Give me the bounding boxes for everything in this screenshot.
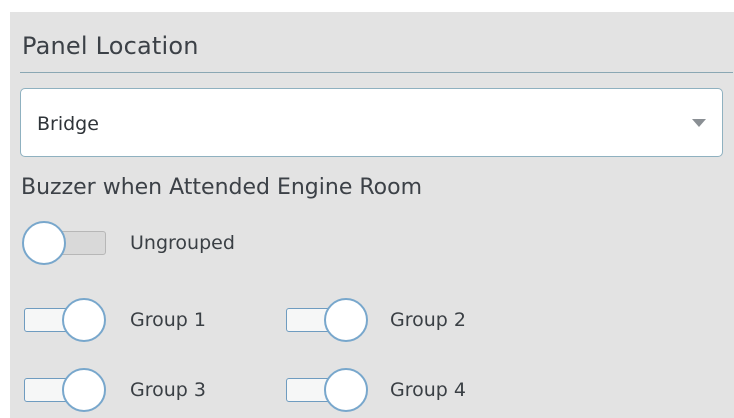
settings-panel: Panel Location Bridge Buzzer when Attend… <box>10 12 734 418</box>
toggle-ungrouped[interactable] <box>22 221 108 265</box>
toggle-label-group-4: Group 4 <box>390 379 466 401</box>
toggle-group-2[interactable] <box>284 298 370 342</box>
toggle-group-4[interactable] <box>284 368 370 412</box>
toggle-label-group-2: Group 2 <box>390 309 466 331</box>
toggle-knob <box>22 221 66 265</box>
toggle-knob <box>62 298 106 342</box>
panel-location-value: Bridge <box>37 113 99 135</box>
toggle-label-ungrouped: Ungrouped <box>130 232 235 254</box>
toggle-label-group-3: Group 3 <box>130 379 206 401</box>
toggle-label-group-1: Group 1 <box>130 309 206 331</box>
toggle-knob <box>324 368 368 412</box>
toggle-group-3[interactable] <box>22 368 108 412</box>
divider <box>20 72 733 73</box>
chevron-down-icon <box>692 119 706 127</box>
buzzer-heading: Buzzer when Attended Engine Room <box>21 175 423 200</box>
toggle-group-1[interactable] <box>22 298 108 342</box>
panel-location-select[interactable]: Bridge <box>20 88 723 157</box>
toggle-knob <box>62 368 106 412</box>
panel-location-title: Panel Location <box>22 32 199 60</box>
toggle-knob <box>324 298 368 342</box>
